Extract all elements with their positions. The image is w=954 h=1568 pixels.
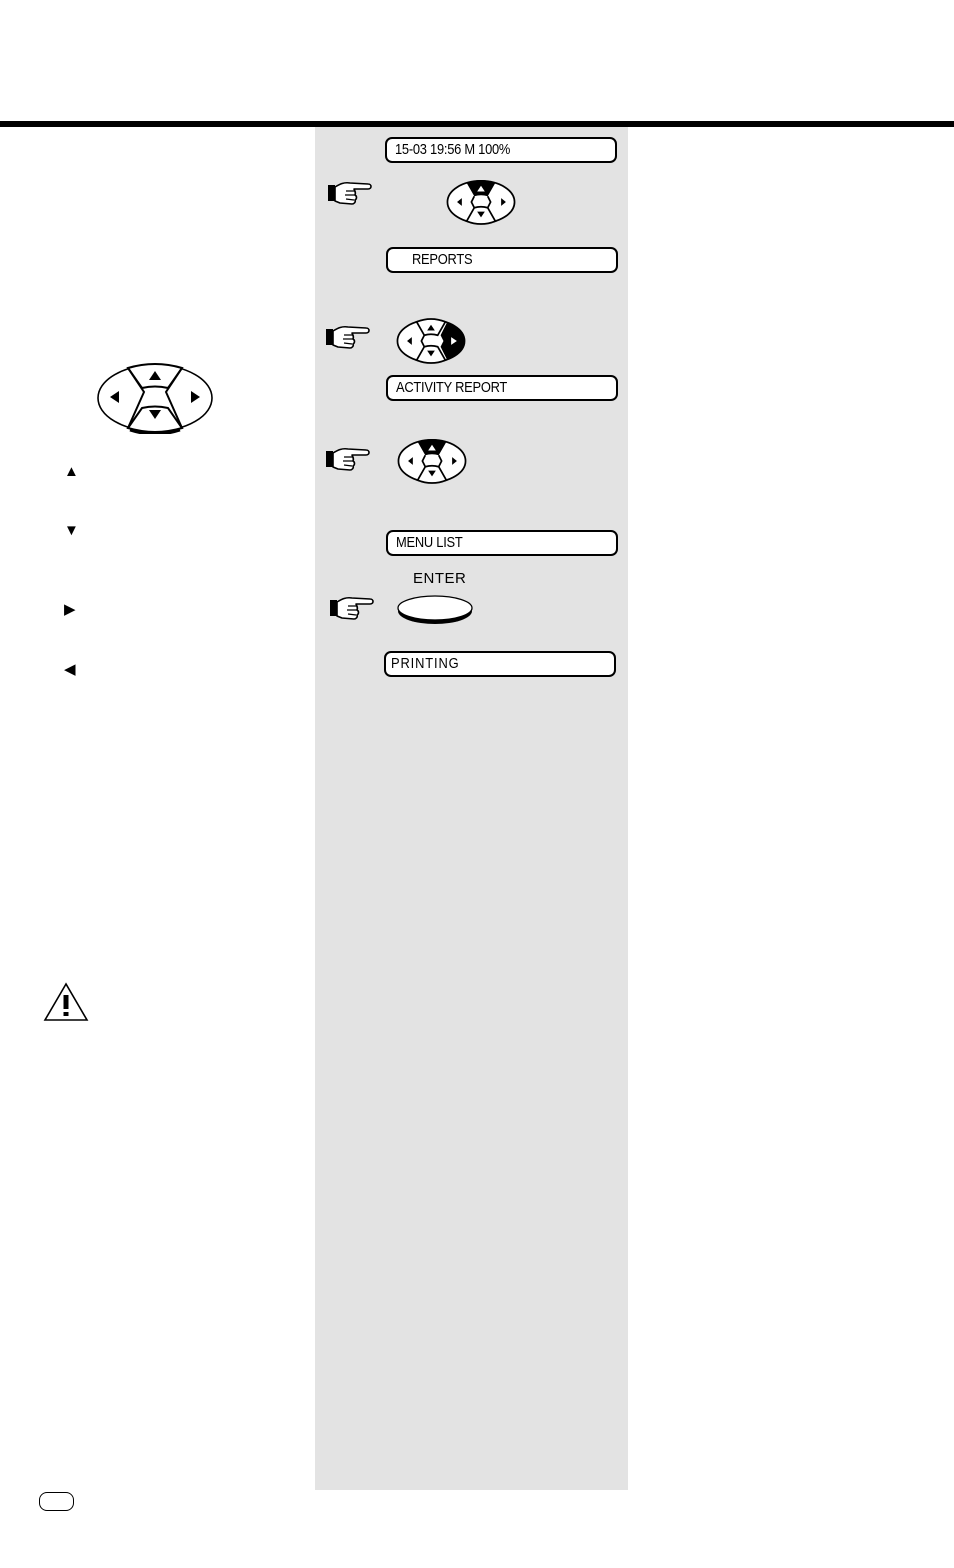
lcd-text: PRINTING: [391, 655, 460, 672]
pointing-hand-icon: [326, 447, 370, 471]
navigation-key-up-highlighted[interactable]: [444, 179, 518, 225]
lcd-display-printing: PRINTING: [384, 651, 616, 677]
lcd-display-standby: 15-03 19:56 M 100%: [385, 137, 617, 163]
navigation-key-illustration: [97, 363, 213, 434]
left-arrow-icon: ◀: [64, 661, 76, 678]
enter-button[interactable]: [396, 594, 476, 628]
up-arrow-icon: ▲: [64, 463, 79, 480]
down-arrow-icon: ▼: [64, 522, 79, 539]
pointing-hand-icon: [330, 596, 374, 620]
lcd-display-reports: REPORTS: [386, 247, 618, 273]
lcd-text: 15-03 19:56 M 100%: [395, 141, 511, 158]
lcd-text: REPORTS: [412, 251, 473, 268]
right-arrow-icon: ▶: [64, 601, 76, 618]
enter-label: ENTER: [413, 570, 467, 587]
navigation-key-right-highlighted[interactable]: [394, 318, 468, 364]
lcd-display-menu-list: MENU LIST: [386, 530, 618, 556]
lcd-text: ACTIVITY REPORT: [396, 379, 508, 396]
lcd-text: MENU LIST: [396, 534, 463, 551]
language-badge: [39, 1492, 74, 1511]
lcd-display-activity-report: ACTIVITY REPORT: [386, 375, 618, 401]
pointing-hand-icon: [326, 325, 370, 349]
navigation-key-up-highlighted[interactable]: [395, 438, 469, 484]
warning-triangle-icon: [43, 982, 89, 1021]
pointing-hand-icon: [328, 181, 372, 205]
